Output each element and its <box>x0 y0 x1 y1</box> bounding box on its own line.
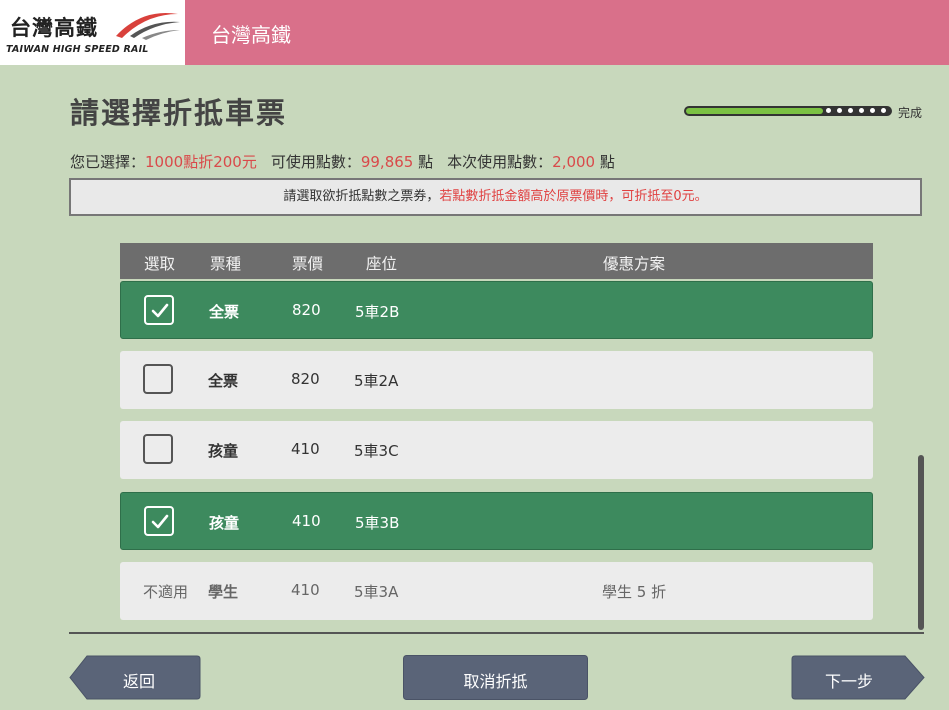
available-label: 可使用點數： <box>270 153 361 171</box>
ticket-type: 孩童 <box>209 514 240 532</box>
back-button[interactable]: 返回 <box>69 655 201 700</box>
ticket-seat: 5車3A <box>354 583 399 601</box>
notice-highlight: 若點數折抵金額高於原票價時，可折抵至0元。 <box>439 189 708 204</box>
progress-label: 完成 <box>898 106 923 120</box>
ticket-type: 全票 <box>208 372 239 390</box>
points-summary: 您已選擇：1000點折200元 可使用點數：99,865 點本次使用點數：2,00… <box>70 151 615 172</box>
cancel-button-label: 取消折抵 <box>463 672 528 691</box>
column-header-type: 票種 <box>210 255 242 273</box>
ticket-type: 全票 <box>209 303 240 321</box>
app-header: 台灣高鐵 TAIWAN HIGH SPEED RAIL 台灣高鐵 <box>0 0 949 65</box>
checkmark-icon <box>151 514 169 529</box>
ticket-row[interactable]: 全票 820 5車2A <box>120 351 873 409</box>
column-header-seat: 座位 <box>366 255 398 273</box>
page-title: 請選擇折抵車票 <box>70 96 288 130</box>
back-button-label: 返回 <box>122 672 155 691</box>
column-header-price: 票價 <box>292 255 324 273</box>
table-header: 選取 票種 票價 座位 優惠方案 <box>120 243 873 279</box>
used-value: 2,000 <box>552 153 596 171</box>
thsr-logo: 台灣高鐵 TAIWAN HIGH SPEED RAIL <box>0 0 185 65</box>
selected-value: 1000點折200元 <box>145 153 257 171</box>
ticket-type: 學生 <box>208 583 239 601</box>
footer-divider <box>69 632 924 634</box>
not-applicable-label: 不適用 <box>143 583 189 601</box>
checkmark-icon <box>151 303 169 318</box>
ticket-row-disabled: 不適用 學生 410 5車3A 學生 5 折 <box>120 562 873 620</box>
ticket-seat: 5車2B <box>355 303 400 321</box>
progress-fill <box>686 108 823 114</box>
next-button[interactable]: 下一步 <box>791 655 925 700</box>
ticket-row[interactable]: 孩童 410 5車3C <box>120 421 873 479</box>
ticket-price: 820 <box>291 370 320 388</box>
selected-label: 您已選擇： <box>70 153 146 171</box>
ticket-price: 410 <box>291 440 320 458</box>
available-unit: 點 <box>418 153 434 171</box>
next-button-label: 下一步 <box>824 672 873 691</box>
progress-bar <box>684 104 894 118</box>
used-unit: 點 <box>599 153 615 171</box>
ticket-plan: 學生 5 折 <box>602 583 667 601</box>
ticket-price: 410 <box>292 512 321 530</box>
used-label: 本次使用點數： <box>447 153 553 171</box>
ticket-seat: 5車3C <box>354 442 399 460</box>
logo-chinese-text: 台灣高鐵 <box>10 16 98 40</box>
ticket-checkbox[interactable] <box>143 364 173 394</box>
ticket-seat: 5車2A <box>354 372 399 390</box>
progress-steps <box>826 108 892 114</box>
column-header-plan: 優惠方案 <box>603 255 666 273</box>
notice-text: 請選取欲折抵點數之票券， <box>283 189 440 204</box>
ticket-row[interactable]: 孩童 410 5車3B <box>120 492 873 550</box>
column-header-select: 選取 <box>144 255 176 273</box>
ticket-checkbox[interactable] <box>144 295 174 325</box>
header-title: 台灣高鐵 <box>211 23 291 47</box>
logo-swoosh-icon <box>116 12 180 40</box>
notice-box: 請選取欲折抵點數之票券，若點數折抵金額高於原票價時，可折抵至0元。 <box>69 178 922 216</box>
ticket-price: 410 <box>291 581 320 599</box>
available-value: 99,865 <box>360 153 414 171</box>
ticket-checkbox[interactable] <box>143 434 173 464</box>
ticket-row[interactable]: 全票 820 5車2B <box>120 281 873 339</box>
ticket-type: 孩童 <box>208 442 239 460</box>
cancel-discount-button[interactable]: 取消折抵 <box>403 655 588 700</box>
table-scrollbar[interactable] <box>918 455 924 630</box>
ticket-price: 820 <box>292 301 321 319</box>
ticket-checkbox[interactable] <box>144 506 174 536</box>
ticket-seat: 5車3B <box>355 514 400 532</box>
